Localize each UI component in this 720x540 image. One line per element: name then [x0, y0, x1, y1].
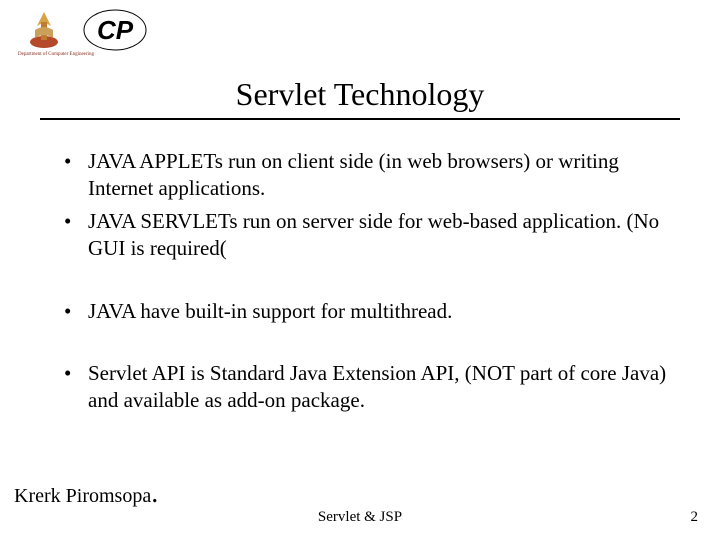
author-name: Krerk Piromsopa: [14, 485, 151, 507]
bullet-group-2: JAVA have built-in support for multithre…: [58, 298, 672, 325]
title-rule: [40, 118, 680, 120]
header-logos: Department of Computer Engineering CP: [18, 8, 148, 60]
page-title: Servlet Technology: [0, 76, 720, 113]
dept-logo: Department of Computer Engineering: [18, 8, 70, 60]
list-item: JAVA SERVLETs run on server side for web…: [58, 208, 672, 262]
list-item: Servlet API is Standard Java Extension A…: [58, 360, 672, 414]
emblem-icon: [25, 8, 63, 50]
cp-logo: CP: [82, 8, 148, 52]
svg-text:CP: CP: [97, 15, 134, 45]
list-item: JAVA have built-in support for multithre…: [58, 298, 672, 325]
bullet-group-1: JAVA APPLETs run on client side (in web …: [58, 148, 672, 262]
bullet-group-3: Servlet API is Standard Java Extension A…: [58, 360, 672, 414]
footer-center: Servlet & JSP: [0, 509, 720, 526]
footer-author: Krerk Piromsopa.: [14, 485, 158, 508]
dept-caption: Department of Computer Engineering: [18, 52, 70, 57]
slide-body: JAVA APPLETs run on client side (in web …: [58, 148, 672, 420]
list-item: JAVA APPLETs run on client side (in web …: [58, 148, 672, 202]
cp-icon: CP: [82, 8, 148, 52]
footer-page-number: 2: [691, 509, 699, 526]
